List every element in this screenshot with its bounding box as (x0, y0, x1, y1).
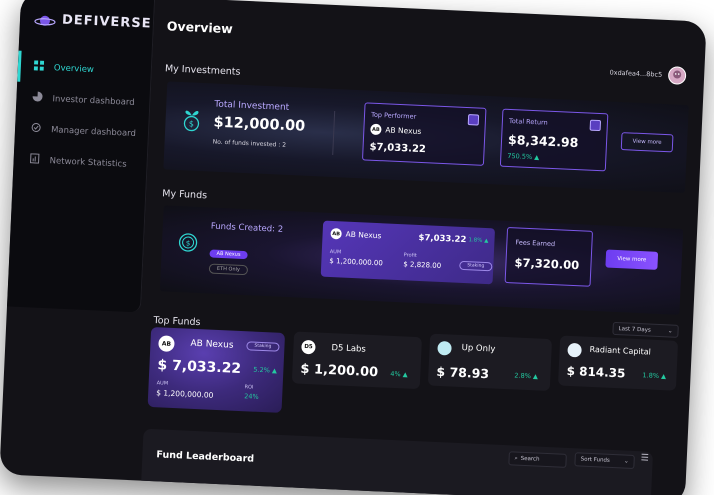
sidebar-nav: Overview Investor dashboard Manager dash… (13, 50, 153, 181)
fund-change: 2.8% ▲ (514, 371, 539, 381)
ab-nexus-icon: AB (158, 335, 175, 352)
fees-earned-value: $7,320.00 (514, 255, 580, 273)
funds-coin-icon: $ (177, 232, 198, 257)
my-funds-band: $ Funds Created: 2 AB Nexus ETH Only AB … (159, 205, 684, 315)
pie-chart-icon (32, 91, 43, 104)
staking-badge: Staking (459, 260, 493, 272)
ab-nexus-icon: AB (370, 123, 382, 136)
investment-coin-icon: $ (181, 106, 202, 137)
my-investments-title: My Investments (164, 63, 241, 78)
search-placeholder: Search (520, 455, 540, 463)
fund-name: AB Nexus (345, 229, 382, 241)
logo-text: DEFIVERSE (61, 12, 152, 32)
top-performer-value: $7,033.22 (369, 141, 427, 156)
fund-change: 1.8% ▲ (642, 371, 667, 381)
top-fund-card-d5-labs[interactable]: D5 D5 Labs $ 1,200.00 4% ▲ (291, 331, 423, 390)
main-content: Overview 0xdafea4...8bc5 My Investments … (140, 0, 702, 495)
ab-nexus-fund-card[interactable]: AB AB Nexus $7,033.22 1.8% ▲ AUM $ 1,200… (320, 220, 496, 285)
funds-created-label: Funds Created: 2 (210, 221, 284, 235)
investments-view-more-button[interactable]: View more (620, 132, 674, 153)
filter-sliders-icon[interactable]: ☰ (641, 453, 650, 463)
period-select-value: Last 7 Days (618, 325, 651, 334)
page-title: Overview (166, 18, 234, 37)
fund-leaderboard: Fund Leaderboard ⌕ Search Sort Funds ⌄ ☰ (140, 428, 654, 495)
top-fund-card-radiant-capital[interactable]: Radiant Capital $ 814.35 1.8% ▲ (557, 335, 679, 391)
top-fund-card-ab-nexus[interactable]: AB AB Nexus Staking $ 7,033.22 5.2% ▲ AU… (147, 326, 286, 413)
up-only-icon (437, 340, 452, 356)
fees-earned-card[interactable]: Fees Earned $7,320.00 (504, 226, 594, 287)
roi-label: ROI (244, 384, 254, 391)
total-investment-value: $12,000.00 (213, 114, 306, 135)
sort-funds-label: Sort Funds (580, 456, 610, 464)
svg-text:$: $ (189, 119, 194, 128)
funds-invested-count: No. of funds invested : 2 (212, 138, 287, 149)
fund-name: D5 Labs (331, 343, 367, 355)
search-icon: ⌕ (514, 455, 518, 462)
fund-name: Up Only (461, 343, 496, 355)
chevron-down-icon: ⌄ (667, 327, 673, 335)
top-fund-card-up-only[interactable]: Up Only $ 78.93 2.8% ▲ (427, 333, 553, 392)
top-funds-title: Top Funds (153, 315, 201, 329)
radiant-capital-icon (567, 342, 582, 358)
top-performer-card[interactable]: Top Performer AB AB Nexus $7,033.22 (361, 102, 487, 166)
fund-value: $ 78.93 (436, 363, 490, 382)
avatar[interactable] (667, 66, 687, 85)
sidebar: DEFIVERSE Overview Investor dashboard Ma… (6, 0, 156, 313)
chevron-down-icon: ⌄ (623, 458, 629, 465)
leaderboard-title: Fund Leaderboard (156, 449, 255, 465)
aum-label: AUM (329, 248, 342, 256)
fund-change: 4% ▲ (390, 369, 408, 379)
fund-change: 5.2% ▲ (253, 365, 278, 375)
total-return-change: 750.5% ▲ (507, 151, 540, 162)
sidebar-item-label: Investor dashboard (52, 93, 135, 108)
period-select[interactable]: Last 7 Days ⌄ (612, 321, 679, 338)
logo[interactable]: DEFIVERSE (34, 11, 152, 32)
d5-labs-icon: D5 (301, 339, 316, 355)
sort-funds-select[interactable]: Sort Funds ⌄ (574, 452, 635, 469)
external-link-icon[interactable] (589, 119, 602, 132)
total-return-card[interactable]: Total Return $8,342.98 750.5% ▲ (499, 108, 609, 172)
staking-badge: Staking (246, 341, 280, 352)
fund-name: AB Nexus (190, 338, 234, 351)
ab-nexus-icon: AB (330, 227, 342, 240)
planet-logo-icon (34, 12, 57, 27)
aum-value: $ 1,200,000.00 (156, 388, 214, 400)
check-circle-icon (31, 122, 42, 135)
sidebar-item-label: Network Statistics (49, 155, 127, 170)
fund-change: 1.8% ▲ (468, 237, 489, 245)
fund-value: $ 1,200.00 (300, 361, 379, 381)
fund-tag-eth-only[interactable]: ETH Only (208, 263, 249, 276)
fund-value: $ 7,033.22 (157, 357, 242, 378)
screenshot-stage: DEFIVERSE Overview Investor dashboard Ma… (0, 0, 714, 495)
document-chart-icon (29, 153, 40, 166)
investments-band: $ Total Investment $12,000.00 No. of fun… (163, 81, 689, 193)
wallet-address: 0xdafea4...8bc5 (609, 68, 663, 79)
aum-value: $ 1,200,000.00 (329, 256, 383, 268)
my-funds-title: My Funds (162, 188, 208, 202)
fees-earned-label: Fees Earned (515, 238, 556, 249)
aum-label: AUM (156, 380, 169, 387)
top-performer-name: AB Nexus (385, 125, 422, 136)
sidebar-item-label: Overview (53, 62, 95, 75)
profit-label: Profit (403, 252, 417, 259)
sidebar-item-network-statistics[interactable]: Network Statistics (13, 144, 148, 181)
top-performer-label: Top Performer (370, 110, 417, 121)
svg-text:$: $ (186, 239, 191, 247)
my-funds-view-more-button[interactable]: View more (605, 249, 659, 270)
app-window: DEFIVERSE Overview Investor dashboard Ma… (0, 0, 707, 495)
fund-value: $ 814.35 (566, 363, 626, 381)
total-investment-label: Total Investment (214, 99, 290, 113)
fund-value: $7,033.22 (418, 232, 467, 246)
wallet-info[interactable]: 0xdafea4...8bc5 (609, 63, 687, 85)
divider (332, 111, 336, 156)
grid-icon (33, 60, 45, 73)
sidebar-item-label: Manager dashboard (50, 124, 137, 139)
fund-name: Radiant Capital (589, 344, 652, 357)
total-return-label: Total Return (508, 116, 548, 127)
total-return-value: $8,342.98 (507, 131, 579, 151)
roi-value: 24% (243, 392, 259, 401)
search-input[interactable]: ⌕ Search (508, 451, 567, 468)
profit-value: $ 2,828.00 (403, 260, 442, 271)
external-link-icon[interactable] (467, 114, 480, 126)
